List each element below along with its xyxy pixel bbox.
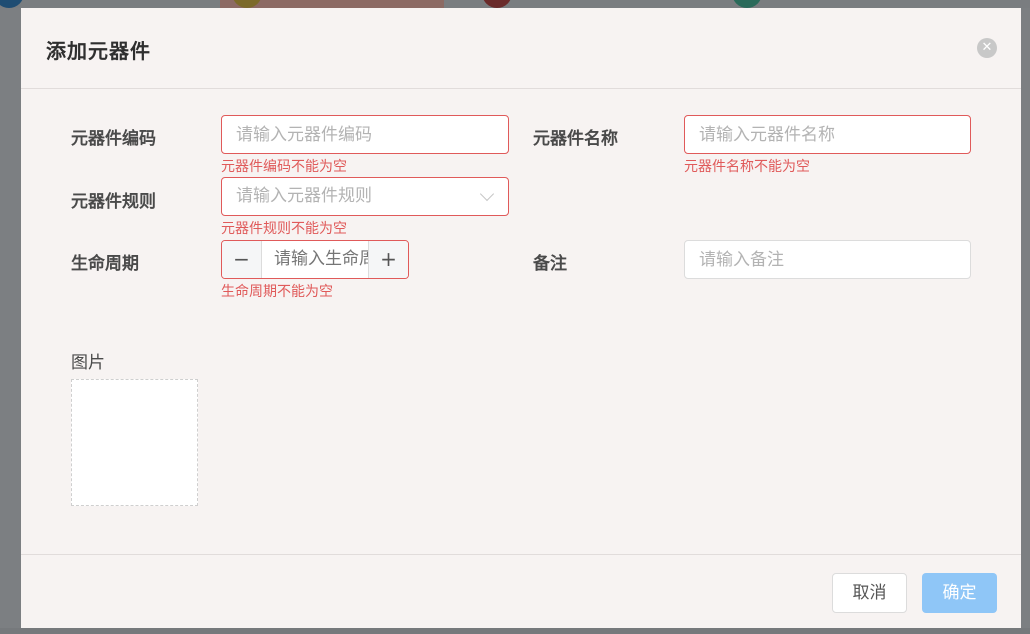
name-input[interactable] (684, 115, 971, 154)
chevron-down-icon (479, 186, 495, 202)
name-error: 元器件名称不能为空 (684, 159, 810, 175)
lifecycle-stepper: − + (221, 240, 409, 279)
image-label: 图片 (71, 353, 105, 373)
background-overlay (0, 8, 21, 634)
code-input[interactable] (221, 115, 509, 154)
dialog-title: 添加元器件 (46, 39, 151, 63)
lifecycle-error: 生命周期不能为空 (221, 284, 333, 300)
close-icon[interactable]: ✕ (977, 38, 997, 58)
cancel-button[interactable]: 取消 (832, 573, 907, 613)
rule-select[interactable]: 请输入元器件规则 (221, 177, 509, 216)
rule-label: 元器件规则 (71, 192, 156, 212)
remark-label: 备注 (533, 254, 567, 274)
rule-select-placeholder: 请输入元器件规则 (236, 186, 372, 206)
add-component-dialog: 添加元器件 ✕ 元器件编码 元器件编码不能为空 元器件名称 元器件名称不能为空 … (21, 8, 1021, 628)
background-overlay (1021, 8, 1030, 634)
lifecycle-input[interactable] (262, 241, 368, 278)
image-upload-area[interactable] (71, 379, 198, 506)
increment-button[interactable]: + (368, 241, 408, 278)
decrement-button[interactable]: − (222, 241, 262, 278)
remark-input[interactable] (684, 240, 971, 279)
background-overlay (0, 628, 1030, 634)
confirm-button[interactable]: 确定 (922, 573, 997, 613)
code-error: 元器件编码不能为空 (221, 159, 347, 175)
dialog-footer: 取消 确定 (21, 554, 1021, 628)
dialog-header: 添加元器件 ✕ (21, 8, 1021, 89)
rule-error: 元器件规则不能为空 (221, 221, 347, 237)
lifecycle-label: 生命周期 (71, 254, 139, 274)
code-label: 元器件编码 (71, 129, 156, 149)
name-label: 元器件名称 (533, 129, 618, 149)
component-form: 元器件编码 元器件编码不能为空 元器件名称 元器件名称不能为空 元器件规则 请输… (21, 90, 1021, 554)
background-topbar (0, 0, 1030, 8)
